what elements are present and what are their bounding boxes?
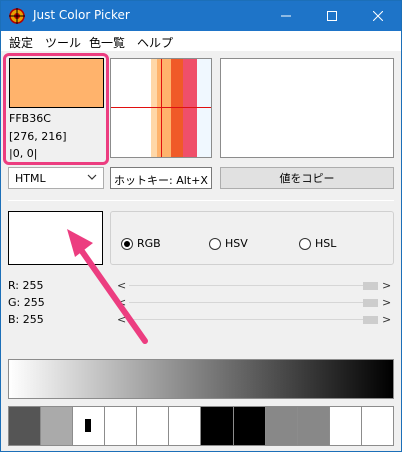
slider-thumb[interactable] <box>363 299 378 307</box>
main-panel: FFB36C [276, 216] |0, 0| HTML ホットキー: Alt… <box>1 51 401 451</box>
palette-cell[interactable] <box>137 407 170 445</box>
highlight-frame <box>3 53 109 165</box>
menu-settings[interactable]: 設定 <box>9 34 33 51</box>
minimize-icon <box>281 15 291 17</box>
zoom-pixel-band <box>157 59 171 157</box>
radio-hsv[interactable]: HSV <box>209 237 248 250</box>
chevron-down-icon <box>87 174 97 180</box>
palette-cell[interactable] <box>361 407 393 445</box>
app-window: Just Color Picker 設定 ツール 色一覧 ヘルプ FFB36C … <box>0 0 402 452</box>
scroll-right-icon[interactable]: > <box>382 296 391 309</box>
pointer-arrow-icon <box>67 229 148 344</box>
menu-help[interactable]: ヘルプ <box>137 34 173 51</box>
palette-cell[interactable] <box>329 407 362 445</box>
app-logo-icon <box>9 8 25 24</box>
slider-thumb[interactable] <box>363 316 378 324</box>
format-select[interactable]: HTML <box>8 167 104 189</box>
palette-cell[interactable] <box>41 407 74 445</box>
radio-hsv-dot[interactable] <box>209 237 221 250</box>
zoom-pixel-band <box>111 59 151 157</box>
palette-cell[interactable] <box>201 407 234 445</box>
palette-selection-marker <box>85 419 92 432</box>
close-icon <box>373 11 383 21</box>
copy-value-button[interactable]: 値をコピー <box>220 167 394 189</box>
slider-track[interactable] <box>129 302 367 303</box>
slider-track[interactable] <box>129 285 367 286</box>
palette-cell[interactable] <box>233 407 266 445</box>
gradient-bar[interactable] <box>8 359 394 399</box>
divider <box>8 200 394 201</box>
zoom-pixel-band <box>197 59 211 157</box>
minimize-button[interactable] <box>263 1 309 31</box>
channel-r-label: R: 255 <box>8 279 44 292</box>
palette-cell[interactable] <box>73 407 106 445</box>
hotkey-field[interactable]: ホットキー: Alt+X <box>110 167 212 189</box>
scroll-right-icon[interactable]: > <box>382 279 391 292</box>
title-bar[interactable]: Just Color Picker <box>1 1 401 31</box>
color-palette <box>8 406 394 446</box>
slider-thumb[interactable] <box>363 282 378 290</box>
channel-g-label: G: 255 <box>8 296 45 309</box>
format-select-value: HTML <box>15 172 46 185</box>
zoom-pixel-band <box>171 59 183 157</box>
hotkey-text: ホットキー: Alt+X <box>114 174 208 187</box>
window-title: Just Color Picker <box>33 8 130 22</box>
scroll-right-icon[interactable]: > <box>382 313 391 326</box>
close-button[interactable] <box>355 1 401 31</box>
radio-hsl-dot[interactable] <box>299 237 311 250</box>
channel-b-label: B: 255 <box>8 313 44 326</box>
radio-hsl-label: HSL <box>315 237 337 250</box>
maximize-icon <box>327 11 337 21</box>
radio-hsv-label: HSV <box>225 237 248 250</box>
palette-cell[interactable] <box>169 407 202 445</box>
palette-cell[interactable] <box>9 407 42 445</box>
maximize-button[interactable] <box>309 1 355 31</box>
zoom-pixel-band <box>183 59 197 157</box>
menu-tools[interactable]: ツール <box>45 34 81 51</box>
palette-cell[interactable] <box>265 407 298 445</box>
zoom-pixel-band <box>151 59 157 157</box>
radio-hsl[interactable]: HSL <box>299 237 336 250</box>
channel-g-slider[interactable]: < > <box>117 296 391 309</box>
channel-b-slider[interactable]: < > <box>117 313 391 326</box>
channel-r-slider[interactable]: < > <box>117 279 391 292</box>
menu-bar: 設定 ツール 色一覧 ヘルプ <box>1 31 401 51</box>
slider-track[interactable] <box>129 319 367 320</box>
zoom-view <box>110 58 212 158</box>
preview-panel <box>220 58 394 158</box>
palette-cell[interactable] <box>297 407 330 445</box>
palette-cell[interactable] <box>105 407 138 445</box>
menu-color-list[interactable]: 色一覧 <box>89 34 125 51</box>
crosshair-vertical <box>161 59 162 157</box>
